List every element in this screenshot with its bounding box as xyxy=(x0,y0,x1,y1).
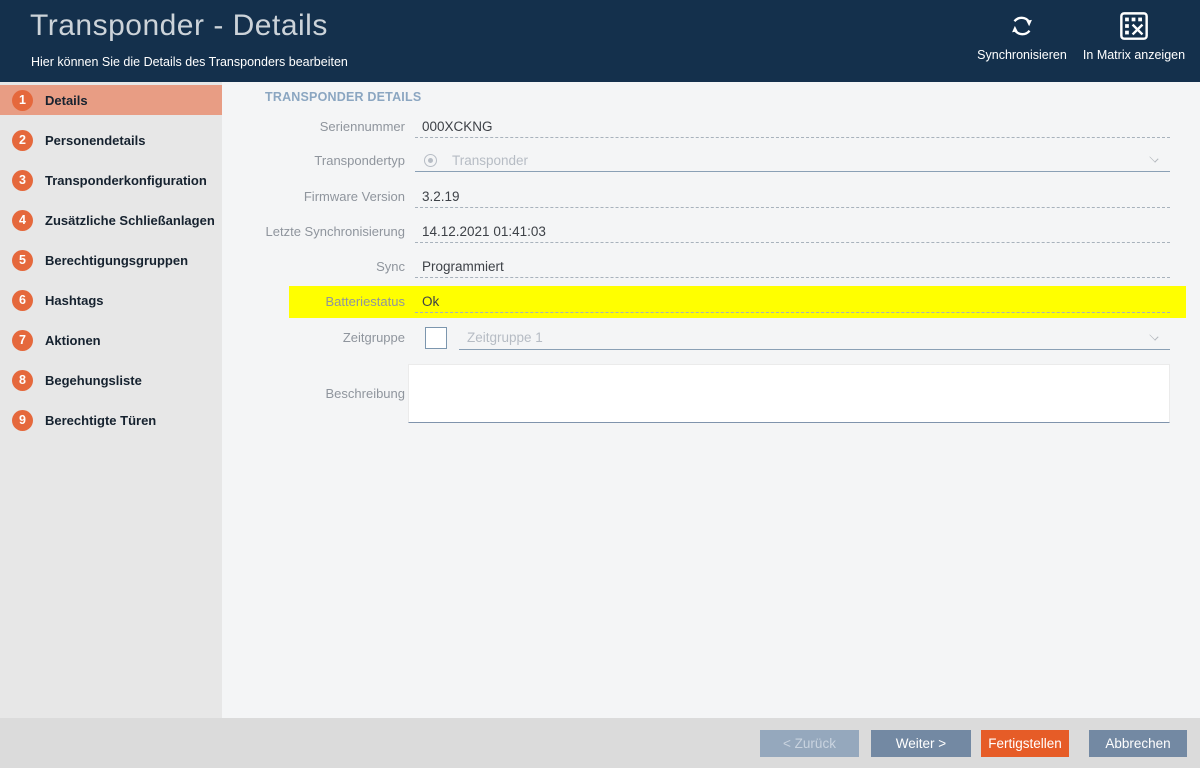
header: Transponder - Details Hier können Sie di… xyxy=(0,0,1200,82)
step-number-badge: 9 xyxy=(12,410,33,431)
step-label: Personendetails xyxy=(45,133,145,148)
sidebar-item-personendetails[interactable]: 2 Personendetails xyxy=(0,125,222,155)
form-row-transpondertyp: Transpondertyp Transponder xyxy=(222,150,1200,172)
letzte-synchronisierung-label: Letzte Synchronisierung xyxy=(222,221,405,243)
chevron-down-icon xyxy=(1149,331,1158,340)
form-row-letzte-synchronisierung: Letzte Synchronisierung 14.12.2021 01:41… xyxy=(222,221,1200,243)
transpondertyp-select: Transponder xyxy=(415,150,1170,172)
show-in-matrix-label: In Matrix anzeigen xyxy=(1083,48,1185,62)
step-number-badge: 7 xyxy=(12,330,33,351)
sidebar-item-aktionen[interactable]: 7 Aktionen xyxy=(0,325,222,355)
finish-button[interactable]: Fertigstellen xyxy=(981,730,1069,757)
batteriestatus-value: Ok xyxy=(422,294,439,309)
section-title: TRANSPONDER DETAILS xyxy=(265,90,421,104)
step-label: Begehungsliste xyxy=(45,373,142,388)
cancel-button[interactable]: Abbrechen xyxy=(1089,730,1187,757)
beschreibung-textarea[interactable] xyxy=(408,364,1170,423)
step-label: Zusätzliche Schließanlagen xyxy=(45,213,215,228)
seriennummer-field[interactable]: 000XCKNG xyxy=(415,116,1170,138)
firmware-field: 3.2.19 xyxy=(415,186,1170,208)
step-label: Details xyxy=(45,93,88,108)
seriennummer-label: Seriennummer xyxy=(222,116,405,138)
synchronize-label: Synchronisieren xyxy=(977,48,1067,62)
zeitgruppe-field: Zeitgruppe 1 xyxy=(415,326,1170,350)
app-window: Transponder - Details Hier können Sie di… xyxy=(0,0,1200,768)
step-number-badge: 2 xyxy=(12,130,33,151)
step-label: Berechtigungsgruppen xyxy=(45,253,188,268)
chevron-down-icon xyxy=(1149,153,1158,162)
wizard-steps-sidebar: 1 Details 2 Personendetails 3 Transponde… xyxy=(0,82,222,718)
sync-value: Programmiert xyxy=(422,259,504,274)
form-row-firmware: Firmware Version 3.2.19 xyxy=(222,186,1200,208)
firmware-value: 3.2.19 xyxy=(422,189,460,204)
zeitgruppe-label: Zeitgruppe xyxy=(222,326,405,350)
beschreibung-label: Beschreibung xyxy=(222,364,405,423)
zeitgruppe-select: Zeitgruppe 1 xyxy=(459,326,1170,350)
footer-bar: < Zurück Weiter > Fertigstellen Abbreche… xyxy=(0,718,1200,768)
zeitgruppe-checkbox[interactable] xyxy=(425,327,447,349)
letzte-synchronisierung-field: 14.12.2021 01:41:03 xyxy=(415,221,1170,243)
step-number-badge: 8 xyxy=(12,370,33,391)
form-row-beschreibung: Beschreibung xyxy=(222,364,1200,423)
zeitgruppe-value: Zeitgruppe 1 xyxy=(467,330,543,345)
firmware-label: Firmware Version xyxy=(222,186,405,208)
step-label: Aktionen xyxy=(45,333,101,348)
step-number-badge: 6 xyxy=(12,290,33,311)
form-row-sync: Sync Programmiert xyxy=(222,256,1200,278)
form-row-zeitgruppe: Zeitgruppe Zeitgruppe 1 xyxy=(222,326,1200,350)
step-label: Berechtigte Türen xyxy=(45,413,156,428)
sidebar-item-berechtigungsgruppen[interactable]: 5 Berechtigungsgruppen xyxy=(0,245,222,275)
sidebar-item-zusaetzliche-schliessanlagen[interactable]: 4 Zusätzliche Schließanlagen xyxy=(0,205,222,235)
form-row-batteriestatus: Batteriestatus Ok xyxy=(222,291,1200,313)
step-label: Transponderkonfiguration xyxy=(45,173,207,188)
sync-field: Programmiert xyxy=(415,256,1170,278)
batteriestatus-field: Ok xyxy=(415,291,1170,313)
form-row-seriennummer: Seriennummer 000XCKNG xyxy=(222,116,1200,138)
batteriestatus-label: Batteriestatus xyxy=(222,291,405,313)
back-button[interactable]: < Zurück xyxy=(760,730,859,757)
next-button[interactable]: Weiter > xyxy=(871,730,971,757)
step-number-badge: 5 xyxy=(12,250,33,271)
sync-label: Sync xyxy=(222,256,405,278)
details-panel: TRANSPONDER DETAILS Seriennummer 000XCKN… xyxy=(222,82,1200,718)
radio-icon xyxy=(424,154,437,167)
step-number-badge: 4 xyxy=(12,210,33,231)
sidebar-item-berechtigte-tueren[interactable]: 9 Berechtigte Türen xyxy=(0,405,222,435)
sidebar-item-begehungsliste[interactable]: 8 Begehungsliste xyxy=(0,365,222,395)
show-in-matrix-button[interactable]: In Matrix anzeigen xyxy=(1068,11,1200,73)
seriennummer-value: 000XCKNG xyxy=(422,119,493,134)
page-title: Transponder - Details xyxy=(30,9,328,43)
step-label: Hashtags xyxy=(45,293,104,308)
sidebar-item-transponderkonfiguration[interactable]: 3 Transponderkonfiguration xyxy=(0,165,222,195)
page-subtitle: Hier können Sie die Details des Transpon… xyxy=(31,55,348,69)
step-number-badge: 1 xyxy=(12,90,33,111)
transpondertyp-value: Transponder xyxy=(452,153,528,168)
sidebar-item-details[interactable]: 1 Details xyxy=(0,85,222,115)
matrix-grid-icon xyxy=(1119,11,1149,41)
sync-icon xyxy=(1007,11,1037,41)
letzte-synchronisierung-value: 14.12.2021 01:41:03 xyxy=(422,224,546,239)
sidebar-item-hashtags[interactable]: 6 Hashtags xyxy=(0,285,222,315)
transpondertyp-label: Transpondertyp xyxy=(222,150,405,172)
step-number-badge: 3 xyxy=(12,170,33,191)
